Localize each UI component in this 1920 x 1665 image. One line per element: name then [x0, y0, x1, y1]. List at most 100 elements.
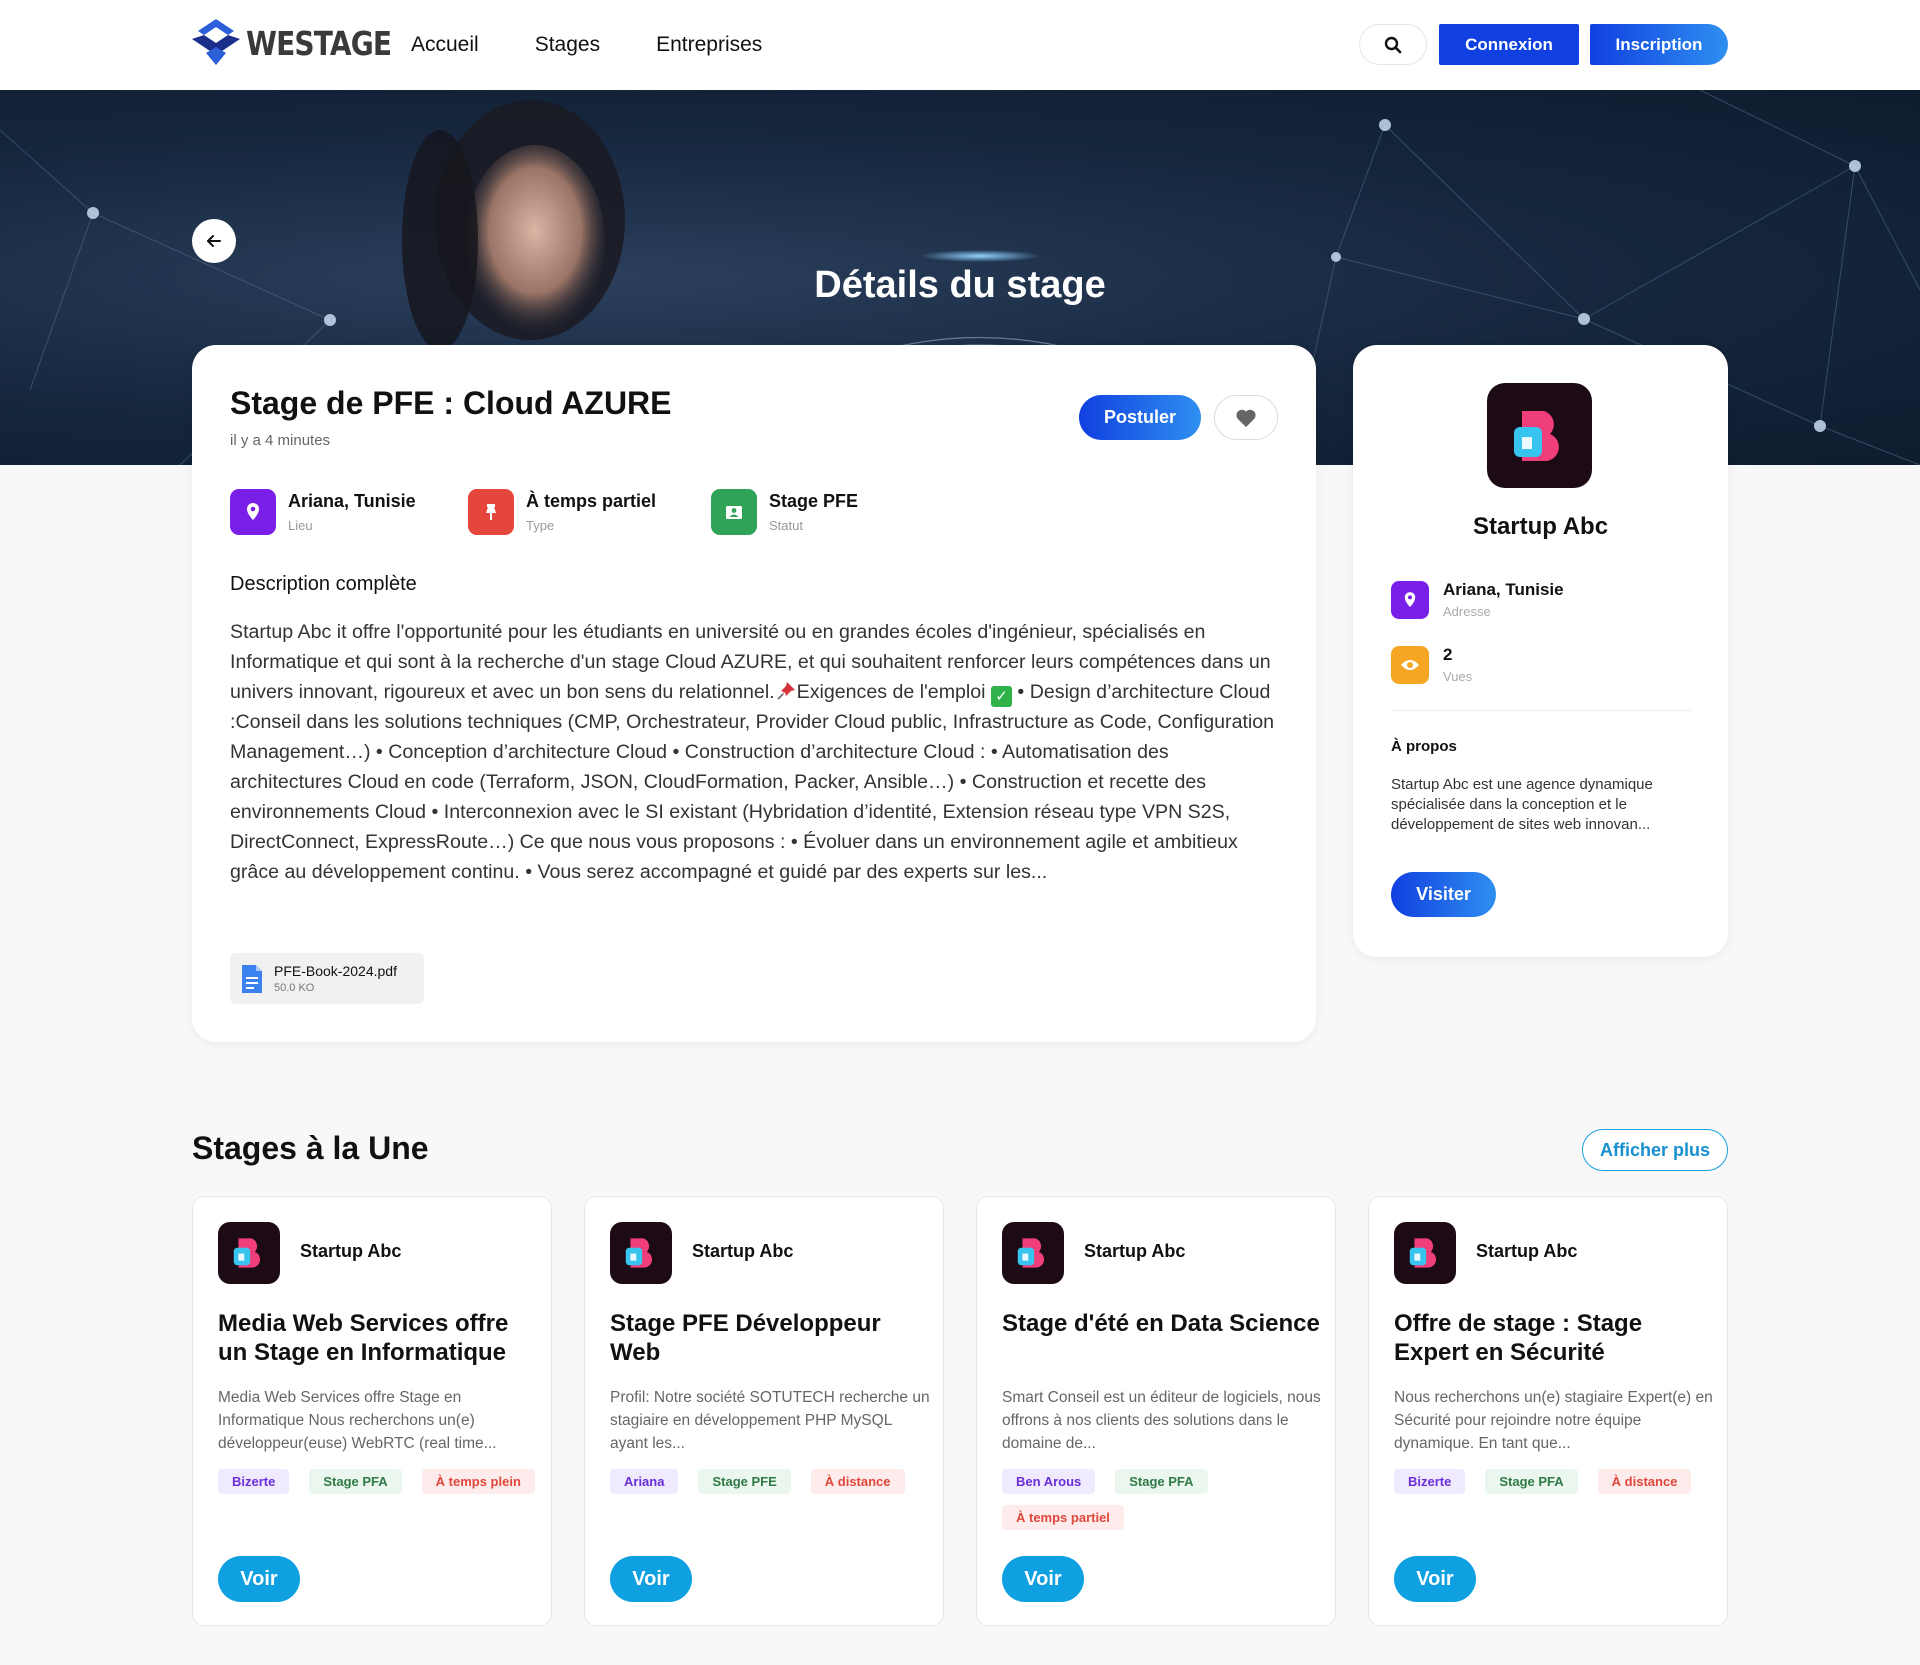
- card-tag: À temps plein: [421, 1469, 535, 1494]
- posted-time: il y a 4 minutes: [230, 432, 331, 449]
- favorite-button[interactable]: [1214, 395, 1278, 440]
- card-title[interactable]: Offre de stage : Stage Expert en Sécurit…: [1394, 1309, 1714, 1367]
- document-icon: [242, 964, 262, 993]
- card-tags: Ariana Stage PFE À distance: [610, 1469, 930, 1494]
- signup-button[interactable]: Inscription: [1590, 24, 1728, 65]
- about-title: À propos: [1391, 738, 1457, 755]
- card-company-name: Startup Abc: [300, 1241, 402, 1261]
- status-label: Statut: [769, 518, 803, 533]
- nav-accueil[interactable]: Accueil: [411, 33, 479, 57]
- company-logo: [1487, 383, 1592, 488]
- arrow-left-icon: [207, 235, 221, 247]
- card-company-name: Startup Abc: [692, 1241, 794, 1261]
- company-views: 2 Vues: [1391, 645, 1472, 684]
- description-requirements-title: Exigences de l'emploi: [796, 681, 986, 703]
- file-name: PFE-Book-2024.pdf: [274, 963, 397, 979]
- card-title[interactable]: Stage d'été en Data Science: [1002, 1309, 1322, 1338]
- location-pin-icon: [1391, 580, 1429, 619]
- company-b-logo-icon: [625, 1238, 653, 1268]
- company-logo: [610, 1222, 672, 1284]
- company-b-logo-icon: [1017, 1238, 1045, 1268]
- card-tag: Stage PFA: [309, 1469, 402, 1494]
- card-tag: Stage PFE: [698, 1469, 791, 1494]
- top-header: WESTAGE Accueil Stages Entreprises Conne…: [0, 0, 1920, 90]
- card-tags: Ben Arous Stage PFA À temps partiel: [1002, 1469, 1322, 1530]
- card-tag: À temps partiel: [1002, 1505, 1124, 1530]
- featured-card[interactable]: Startup Abc Offre de stage : Stage Expert…: [1368, 1196, 1728, 1626]
- company-b-logo-icon: [1409, 1238, 1437, 1268]
- main-nav: Accueil Stages Entreprises: [411, 0, 762, 90]
- card-description: Media Web Services offre Stage en Inform…: [218, 1389, 497, 1452]
- view-button[interactable]: Voir: [1394, 1556, 1476, 1602]
- card-tag: Bizerte: [218, 1469, 290, 1494]
- featured-card[interactable]: Startup Abc Media Web Services offre un S…: [192, 1196, 552, 1626]
- card-tags: Bizerte Stage PFA À distance: [1394, 1469, 1714, 1494]
- address-value: Ariana, Tunisie: [1443, 580, 1564, 599]
- location-label: Lieu: [288, 518, 313, 533]
- graduate-icon: [711, 489, 757, 535]
- job-title: Stage de PFE : Cloud AZURE: [230, 385, 672, 421]
- featured-card[interactable]: Startup Abc Stage d'été en Data Science Sm…: [976, 1196, 1336, 1626]
- job-details-card: Stage de PFE : Cloud AZURE il y a 4 minu…: [192, 345, 1316, 1042]
- view-button[interactable]: Voir: [610, 1556, 692, 1602]
- visit-button[interactable]: Visiter: [1391, 872, 1496, 917]
- view-button[interactable]: Voir: [218, 1556, 300, 1602]
- featured-section-title: Stages à la Une: [192, 1130, 429, 1166]
- featured-card[interactable]: Startup Abc Stage PFE Développeur Web Prof…: [584, 1196, 944, 1626]
- type-label: Type: [526, 518, 555, 533]
- eye-icon: [1391, 645, 1429, 684]
- check-mark-icon: ✓: [990, 686, 1012, 707]
- search-button[interactable]: [1359, 24, 1427, 65]
- views-value: 2: [1443, 645, 1453, 664]
- company-card: Startup Abc Ariana, Tunisie Adresse 2 Vu…: [1353, 345, 1728, 957]
- card-tag: À distance: [810, 1469, 905, 1494]
- view-button[interactable]: Voir: [1002, 1556, 1084, 1602]
- description-body: • Design d’architecture Cloud :Conseil d…: [230, 681, 1275, 883]
- company-logo: [218, 1222, 280, 1284]
- card-tags: Bizerte Stage PFA À temps plein: [218, 1469, 538, 1494]
- about-text: Startup Abc est une agence dynamique spé…: [1391, 776, 1653, 833]
- search-icon: [1384, 36, 1402, 53]
- job-description: Startup Abc it offre l'opportunité pour …: [230, 617, 1280, 887]
- card-tag: Ariana: [610, 1469, 679, 1494]
- location-pin-icon: [230, 489, 276, 535]
- card-description: Profil: Notre société SOTUTECH recherche…: [610, 1389, 930, 1452]
- card-tag: Stage PFA: [1485, 1469, 1578, 1494]
- card-description: Smart Conseil est un éditeur de logiciel…: [1002, 1389, 1321, 1452]
- nav-entreprises[interactable]: Entreprises: [656, 33, 762, 57]
- card-title[interactable]: Stage PFE Développeur Web: [610, 1309, 930, 1367]
- company-name: Startup Abc: [1472, 513, 1609, 540]
- back-button[interactable]: [192, 219, 236, 263]
- company-logo: [1394, 1222, 1456, 1284]
- description-title: Description complète: [230, 573, 417, 595]
- company-b-logo-icon: [1513, 410, 1559, 461]
- login-button[interactable]: Connexion: [1439, 24, 1579, 65]
- card-tag: À distance: [1597, 1469, 1692, 1494]
- address-label: Adresse: [1443, 604, 1491, 619]
- westage-logo[interactable]: WESTAGE: [190, 16, 417, 70]
- show-more-button[interactable]: Afficher plus: [1582, 1129, 1728, 1171]
- apply-button[interactable]: Postuler: [1079, 395, 1201, 440]
- meta-type: À temps partiel Type: [468, 489, 656, 535]
- card-tag: Ben Arous: [1002, 1469, 1096, 1494]
- views-label: Vues: [1443, 669, 1473, 684]
- logo-text: WESTAGE: [246, 23, 392, 63]
- card-description: Nous recherchons un(e) stagiaire Expert(…: [1394, 1389, 1713, 1452]
- company-b-logo-icon: [233, 1238, 261, 1268]
- nav-stages[interactable]: Stages: [535, 33, 600, 57]
- pushpin-icon: [468, 489, 514, 535]
- file-size: 50.0 KO: [274, 982, 315, 994]
- logo-mark-icon: [192, 19, 240, 65]
- meta-location: Ariana, Tunisie Lieu: [230, 489, 416, 535]
- card-company-name: Startup Abc: [1084, 1241, 1186, 1261]
- card-tag: Bizerte: [1394, 1469, 1466, 1494]
- status-value: Stage PFE: [769, 491, 859, 511]
- attachment-file[interactable]: PFE-Book-2024.pdf 50.0 KO: [230, 953, 424, 1004]
- company-logo: [1002, 1222, 1064, 1284]
- heart-icon: [1236, 409, 1256, 427]
- pushpin-emoji-icon: [777, 682, 795, 700]
- divider: [1391, 710, 1691, 711]
- card-title[interactable]: Media Web Services offre un Stage en Inf…: [218, 1309, 538, 1367]
- location-value: Ariana, Tunisie: [288, 491, 416, 511]
- card-tag: Stage PFA: [1115, 1469, 1208, 1494]
